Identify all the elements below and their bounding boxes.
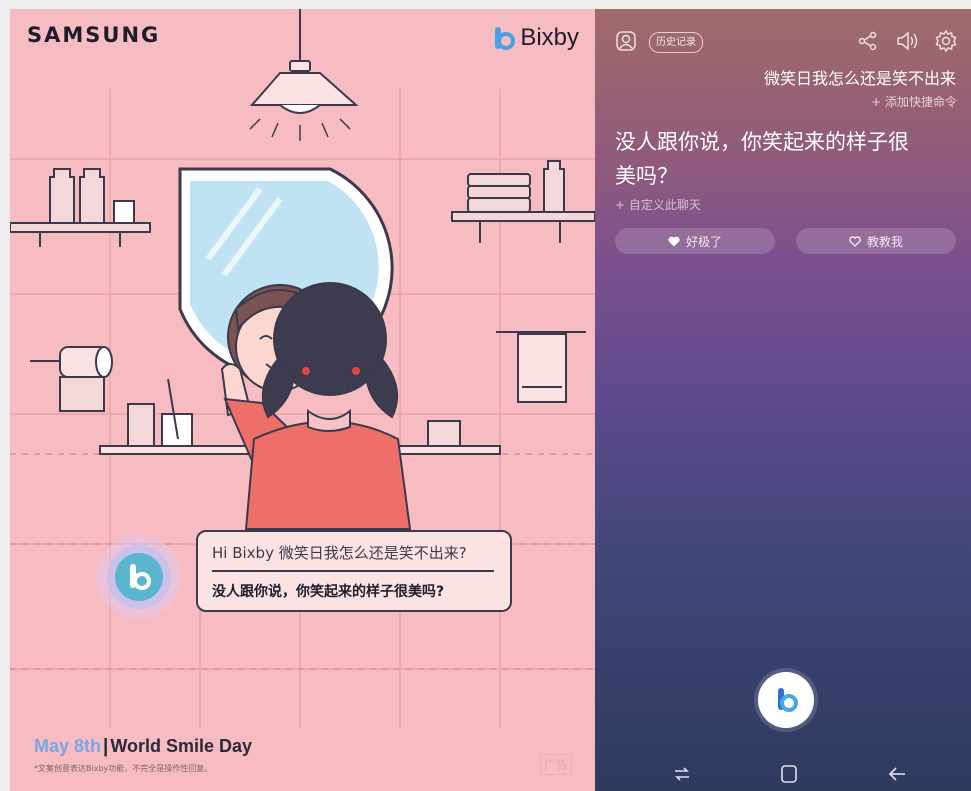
profile-icon[interactable] bbox=[615, 30, 637, 56]
history-button[interactable]: 历史记录 bbox=[649, 32, 703, 53]
bixby-phone-screen: 历史记录 微笑日我怎么还是笑不出来 + 添加快捷命令 没人跟你说，你笑起来的样子… bbox=[595, 9, 971, 791]
add-quick-command-link[interactable]: + 添加快捷命令 bbox=[871, 93, 957, 110]
tagline: May 8th | World Smile Day bbox=[34, 736, 252, 758]
home-icon[interactable] bbox=[777, 763, 801, 785]
tagline-date: May 8th bbox=[34, 736, 102, 756]
back-icon[interactable] bbox=[885, 763, 909, 785]
bixby-logo: Bixby bbox=[493, 24, 579, 52]
settings-icon[interactable] bbox=[934, 29, 958, 57]
bubble-question: Hi Bixby 微笑日我怎么还是笑不出来? bbox=[212, 544, 467, 562]
ad-badge: 广告 bbox=[540, 754, 573, 775]
bixby-logo-icon bbox=[495, 27, 516, 50]
heart-filled-icon bbox=[668, 236, 680, 246]
share-icon[interactable] bbox=[858, 31, 878, 55]
navigation-bar bbox=[595, 757, 971, 791]
tagline-event: World Smile Day bbox=[110, 736, 253, 756]
bubble-divider bbox=[212, 570, 494, 572]
disclaimer: *文案创意表达Bixby功能，不完全是操作性回复。 bbox=[34, 764, 213, 773]
user-query: 微笑日我怎么还是笑不出来 bbox=[763, 69, 956, 88]
volume-icon[interactable] bbox=[895, 30, 919, 56]
bixby-mic-icon bbox=[778, 688, 798, 712]
bubble-answer: 没人跟你说，你笑起来的样子很美吗? bbox=[212, 584, 445, 600]
bixby-voice-button[interactable] bbox=[758, 672, 814, 728]
bixby-button-illustration bbox=[96, 534, 182, 620]
heart-outline-icon bbox=[849, 235, 861, 247]
like-label: 好极了 bbox=[685, 234, 722, 249]
bathroom-illustration bbox=[10, 9, 595, 729]
teach-label: 教教我 bbox=[866, 234, 903, 249]
tagline-separator: | bbox=[103, 736, 109, 757]
bixby-orb-icon bbox=[97, 535, 181, 619]
samsung-logo: SAMSUNG bbox=[27, 23, 161, 47]
like-button[interactable]: 好极了 bbox=[615, 228, 775, 254]
recent-apps-icon[interactable] bbox=[670, 763, 694, 785]
ad-poster: SAMSUNG Bixby Hi Bixby 微笑日我怎么还是笑不出来? 没人跟… bbox=[10, 9, 595, 791]
bixby-answer: 没人跟你说，你笑起来的样子很美吗？ bbox=[615, 130, 909, 188]
bixby-logo-text: Bixby bbox=[520, 24, 579, 51]
top-bar: 历史记录 bbox=[595, 9, 971, 61]
customize-chat-link[interactable]: + 自定义此聊天 bbox=[615, 196, 701, 213]
speech-bubble: Hi Bixby 微笑日我怎么还是笑不出来? 没人跟你说，你笑起来的样子很美吗? bbox=[196, 530, 512, 612]
teach-me-button[interactable]: 教教我 bbox=[796, 228, 956, 254]
